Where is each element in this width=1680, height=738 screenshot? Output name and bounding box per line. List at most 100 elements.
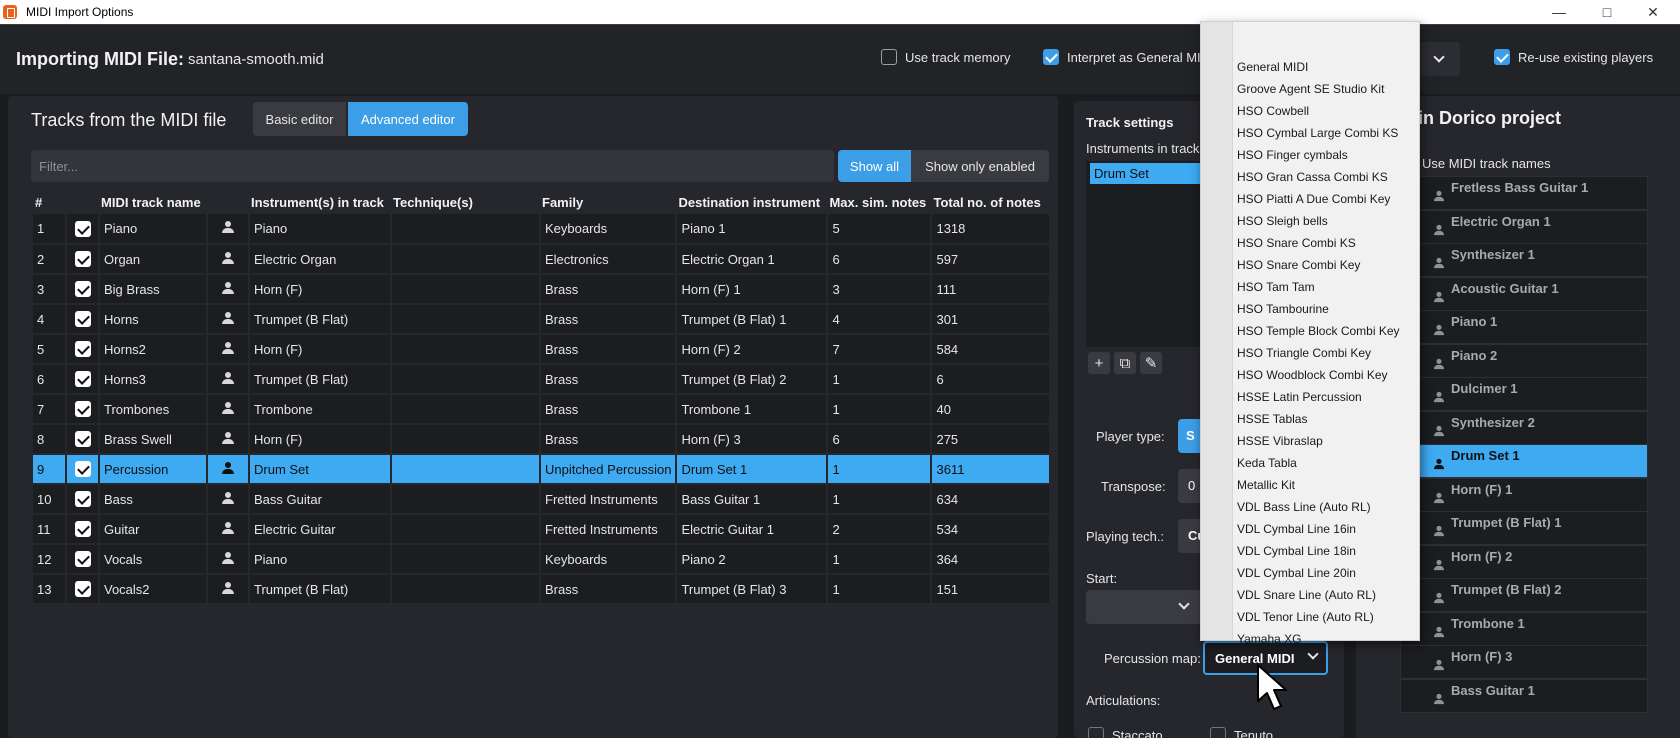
row-enabled-checkbox[interactable] — [74, 521, 91, 538]
player-item[interactable]: Fretless Bass Guitar 1 — [1400, 176, 1648, 210]
dropdown-option[interactable]: HSO Piatti A Due Combi Key — [1237, 188, 1390, 210]
interpret-gm-checkbox[interactable] — [1043, 49, 1059, 65]
dropdown-option[interactable]: HSO Snare Combi Key — [1237, 254, 1360, 276]
row-enabled-checkbox[interactable] — [74, 581, 91, 598]
reuse-players-option[interactable]: Re-use existing players — [1494, 49, 1653, 65]
row-enabled-cell[interactable] — [66, 394, 100, 425]
dropdown-option[interactable]: Yamaha XG — [1237, 628, 1301, 650]
col-header-family[interactable]: Family — [540, 190, 676, 214]
midi-track-name[interactable]: Piano — [99, 214, 208, 245]
dropdown-option[interactable]: General MIDI — [1237, 56, 1308, 78]
col-header-technique[interactable]: Technique(s) — [391, 190, 540, 214]
header-dropdown-button[interactable] — [1418, 42, 1460, 76]
row-enabled-checkbox[interactable] — [74, 220, 91, 237]
row-player-cell[interactable] — [207, 514, 250, 545]
row-player-cell[interactable] — [207, 544, 250, 575]
dropdown-option[interactable]: Keda Tabla — [1237, 452, 1297, 474]
percussion-map-dropdown[interactable]: General MIDI Groove Agent SE Studio Kit HS… — [1200, 21, 1420, 646]
player-item[interactable]: Acoustic Guitar 1 — [1400, 276, 1648, 311]
dropdown-option[interactable]: Metallic Kit — [1237, 474, 1295, 496]
dropdown-option[interactable]: VDL Tenor Line (Auto RL) — [1237, 606, 1374, 628]
dropdown-option[interactable]: HSO Cowbell — [1237, 100, 1309, 122]
midi-track-name[interactable]: Big Brass — [99, 274, 208, 305]
dropdown-option[interactable]: VDL Snare Line (Auto RL) — [1237, 584, 1376, 606]
table-row[interactable]: 3 Big Brass Horn (F) Brass Horn (F) 1 3 111 — [33, 274, 1052, 305]
dropdown-option[interactable]: HSSE Vibraslap — [1237, 430, 1323, 452]
row-enabled-cell[interactable] — [66, 514, 100, 545]
col-header-destination[interactable]: Destination instrument — [676, 190, 827, 214]
row-player-cell[interactable] — [207, 454, 250, 485]
col-header-num[interactable]: # — [33, 190, 66, 214]
dropdown-option[interactable]: HSO Gran Cassa Combi KS — [1237, 166, 1388, 188]
staccato-option[interactable]: Staccato — [1088, 727, 1163, 738]
destination-instrument[interactable]: Electric Guitar 1 — [676, 514, 829, 545]
row-player-cell[interactable] — [207, 304, 250, 335]
tenuto-checkbox[interactable] — [1210, 727, 1226, 738]
dropdown-option[interactable]: HSO Woodblock Combi Key — [1237, 364, 1388, 386]
dropdown-option[interactable]: VDL Bass Line (Auto RL) — [1237, 496, 1371, 518]
table-row[interactable]: 7 Trombones Trombone Brass Trombone 1 1 40 — [33, 394, 1052, 425]
advanced-editor-tab[interactable]: Advanced editor — [348, 102, 468, 136]
row-player-cell[interactable] — [207, 484, 250, 515]
use-track-memory-checkbox[interactable] — [881, 49, 897, 65]
midi-track-name[interactable]: Horns2 — [99, 334, 208, 365]
player-item[interactable]: Horn (F) 2 — [1400, 544, 1648, 579]
midi-track-name[interactable]: Brass Swell — [99, 424, 208, 455]
table-row[interactable]: 9 Percussion Drum Set Unpitched Percussion D… — [33, 454, 1052, 485]
row-enabled-checkbox[interactable] — [74, 311, 91, 328]
dropdown-option[interactable]: HSO Snare Combi KS — [1237, 232, 1356, 254]
row-enabled-cell[interactable] — [66, 334, 100, 365]
midi-track-name[interactable]: Vocals — [99, 544, 208, 575]
dropdown-option[interactable]: HSO Temple Block Combi Key — [1237, 320, 1400, 342]
table-row[interactable]: 10 Bass Bass Guitar Fretted Instruments Bass… — [33, 484, 1052, 515]
table-row[interactable]: 1 Piano Piano Keyboards Piano 1 5 1318 — [33, 214, 1052, 245]
player-item[interactable]: Dulcimer 1 — [1400, 377, 1648, 411]
dropdown-option[interactable]: VDL Cymbal Line 20in — [1237, 562, 1356, 584]
tenuto-option[interactable]: Tenuto — [1210, 727, 1273, 738]
player-item[interactable]: Synthesizer 1 — [1400, 243, 1648, 277]
table-row[interactable]: 12 Vocals Piano Keyboards Piano 2 1 364 — [33, 544, 1052, 575]
row-enabled-checkbox[interactable] — [74, 431, 91, 448]
player-item[interactable]: Horn (F) 1 — [1400, 477, 1648, 512]
dropdown-option[interactable]: VDL Cymbal Line 18in — [1237, 540, 1356, 562]
row-enabled-checkbox[interactable] — [74, 251, 91, 268]
midi-track-name[interactable]: Horns — [99, 304, 208, 335]
destination-instrument[interactable]: Trumpet (B Flat) 1 — [676, 304, 829, 335]
player-item[interactable]: Bass Guitar 1 — [1400, 678, 1648, 713]
player-item[interactable]: Trumpet (B Flat) 2 — [1400, 578, 1648, 612]
row-enabled-cell[interactable] — [66, 544, 100, 575]
row-enabled-checkbox[interactable] — [74, 341, 91, 358]
midi-track-name[interactable]: Bass — [99, 484, 208, 515]
table-row[interactable]: 11 Guitar Electric Guitar Fretted Instrumen… — [33, 514, 1052, 545]
use-track-memory-option[interactable]: Use track memory — [881, 49, 1010, 65]
player-item[interactable]: Electric Organ 1 — [1400, 209, 1648, 244]
player-item[interactable]: Trombone 1 — [1400, 611, 1648, 646]
staccato-checkbox[interactable] — [1088, 727, 1104, 738]
table-row[interactable]: 4 Horns Trumpet (B Flat) Brass Trumpet (B Fl… — [33, 304, 1052, 335]
destination-instrument[interactable]: Piano 1 — [676, 214, 829, 245]
destination-instrument[interactable]: Bass Guitar 1 — [676, 484, 829, 515]
row-enabled-cell[interactable] — [66, 214, 100, 245]
col-header-instrument[interactable]: Instrument(s) in track — [249, 190, 391, 214]
start-select[interactable] — [1086, 590, 1202, 624]
player-item[interactable]: Piano 2 — [1400, 343, 1648, 378]
dropdown-option[interactable]: HSO Tam Tam — [1237, 276, 1315, 298]
row-enabled-cell[interactable] — [66, 274, 100, 305]
duplicate-icon[interactable]: ⧉ — [1114, 352, 1136, 374]
minimize-button[interactable]: — — [1536, 0, 1582, 24]
filter-input[interactable]: Filter... — [31, 150, 834, 182]
row-enabled-cell[interactable] — [66, 454, 100, 485]
destination-instrument[interactable]: Horn (F) 2 — [676, 334, 829, 365]
destination-instrument[interactable]: Electric Organ 1 — [676, 244, 829, 275]
table-row[interactable]: 2 Organ Electric Organ Electronics Electric … — [33, 244, 1052, 275]
col-header-max-sim[interactable]: Max. sim. notes — [827, 190, 931, 214]
row-player-cell[interactable] — [207, 214, 250, 245]
edit-pencil-icon[interactable]: ✎ — [1140, 352, 1162, 374]
row-enabled-cell[interactable] — [66, 424, 100, 455]
col-header-total[interactable]: Total no. of notes — [931, 190, 1050, 214]
row-enabled-cell[interactable] — [66, 244, 100, 275]
player-item[interactable]: Drum Set 1 — [1400, 444, 1648, 478]
midi-track-name[interactable]: Guitar — [99, 514, 208, 545]
row-enabled-checkbox[interactable] — [74, 491, 91, 508]
dropdown-option[interactable]: HSO Cymbal Large Combi KS — [1237, 122, 1398, 144]
